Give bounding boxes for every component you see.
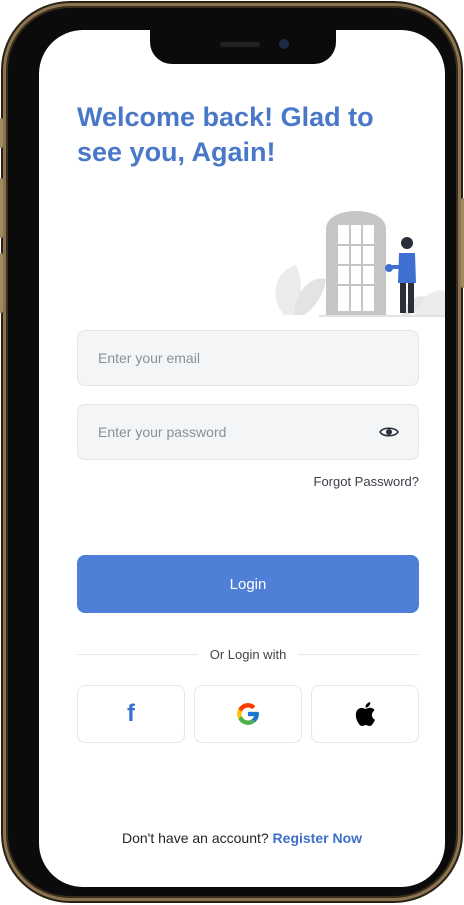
register-now-link[interactable]: Register Now [273, 830, 362, 846]
facebook-icon: f [127, 700, 135, 727]
app-screen: Welcome back! Glad to see you, Again! En… [39, 30, 445, 887]
facebook-login-button[interactable]: f [77, 685, 185, 743]
divider-line [77, 653, 198, 655]
or-login-divider: Or Login with [77, 644, 419, 664]
google-login-button[interactable] [194, 685, 302, 743]
register-prompt-text: Don't have an account? [121, 830, 269, 846]
camera [279, 39, 289, 49]
door-illustration [275, 211, 445, 317]
apple-icon [355, 702, 375, 727]
google-icon [237, 703, 259, 725]
page-title: Welcome back! Glad to see you, Again! [77, 102, 374, 167]
phone-frame: Welcome back! Glad to see you, Again! En… [0, 8, 464, 896]
side-button [0, 178, 3, 238]
register-prompt: Don't have an account? Register Now [39, 830, 445, 846]
forgot-password-link[interactable]: Forgot Password? [314, 474, 420, 489]
password-field[interactable] [77, 404, 419, 460]
side-button [0, 253, 3, 313]
notch [150, 30, 336, 64]
divider-label: Or Login with [209, 646, 287, 662]
email-input[interactable] [96, 349, 400, 367]
divider-line [298, 653, 419, 655]
login-button[interactable]: Login [77, 555, 419, 613]
speaker [220, 42, 260, 47]
side-button [0, 118, 3, 148]
password-input[interactable] [96, 423, 378, 441]
email-field[interactable] [77, 330, 419, 386]
eye-icon[interactable] [378, 424, 400, 440]
apple-login-button[interactable] [311, 685, 419, 743]
